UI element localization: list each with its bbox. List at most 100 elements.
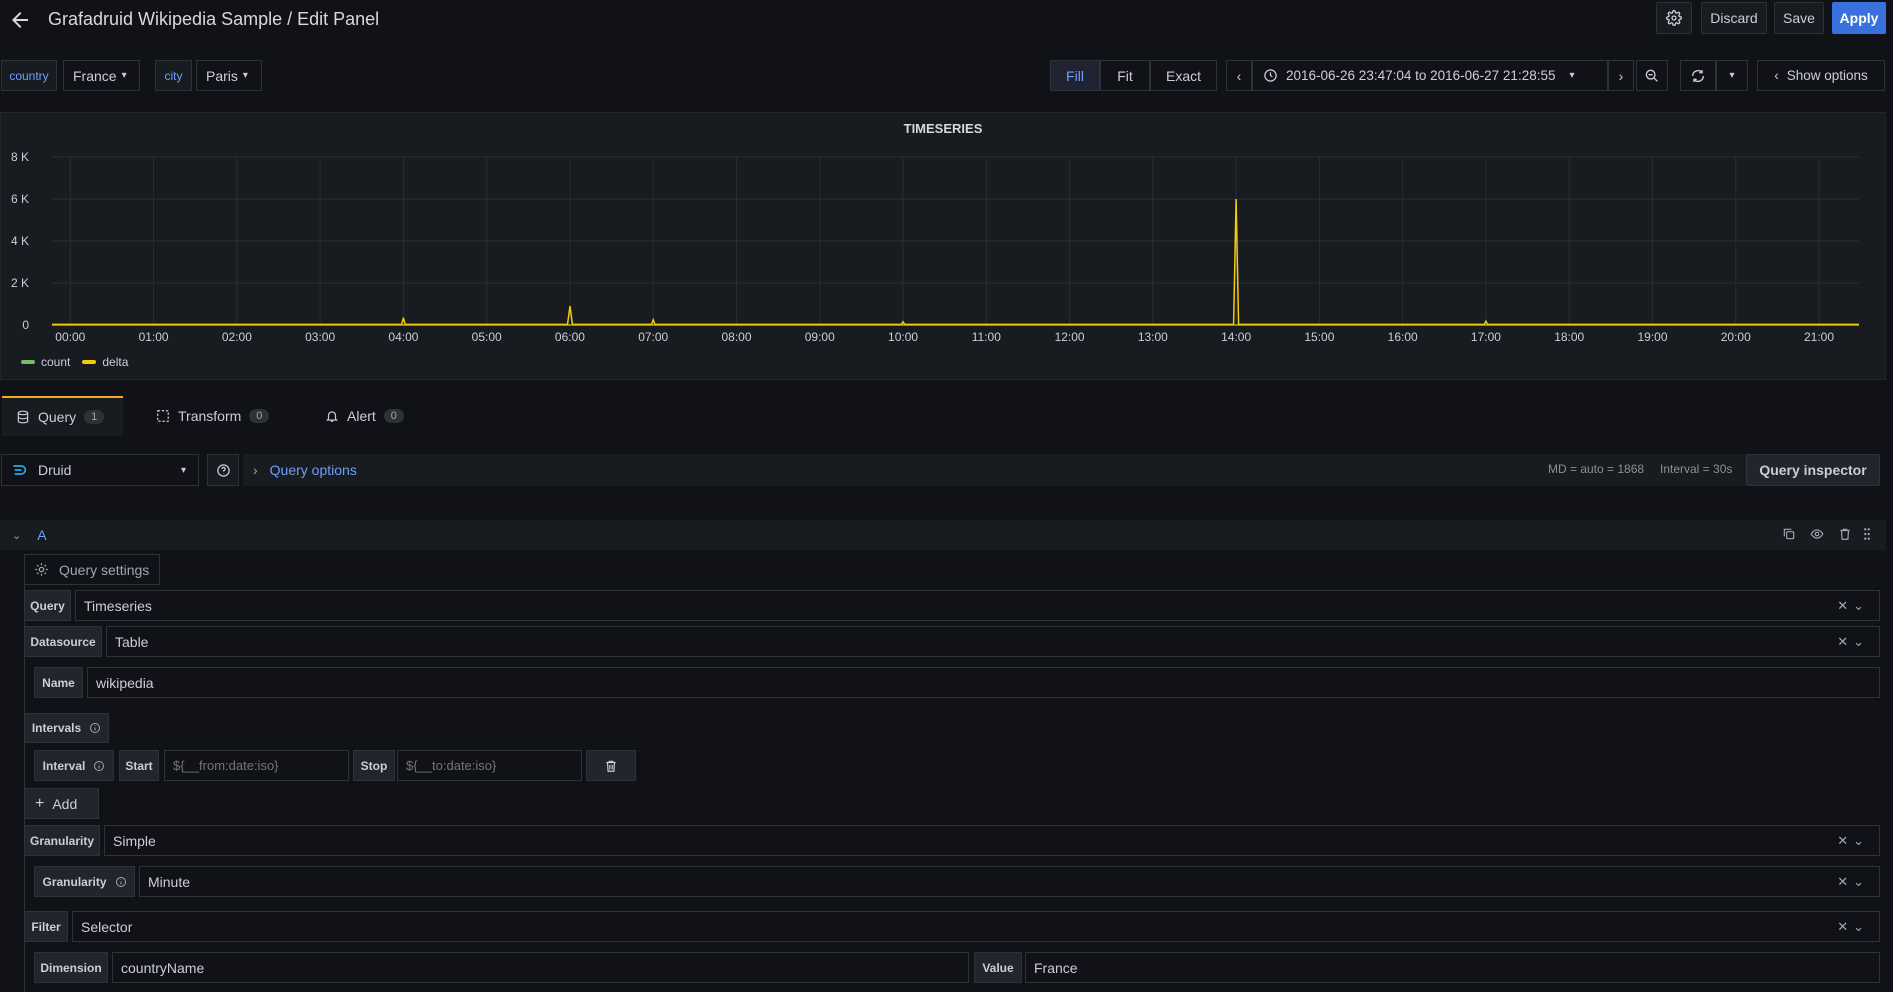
datasource-picker[interactable]: Druid ▾ (1, 454, 199, 486)
fit-mode-button[interactable]: Fit (1100, 60, 1150, 91)
panel-settings-button[interactable] (1656, 2, 1692, 34)
clear-chevron-icons[interactable]: ✕⌄ (1837, 874, 1869, 890)
granularity-type-label: Granularity (24, 825, 100, 856)
query-settings-button[interactable]: Query settings (24, 554, 160, 585)
time-shift-back-button[interactable]: ‹ (1226, 60, 1252, 91)
legend-item-delta[interactable]: delta (82, 355, 128, 369)
tab-alert[interactable]: Alert 0 (311, 396, 418, 436)
add-interval-button[interactable]: + Add (24, 788, 99, 819)
variable-value-city: Paris (206, 67, 238, 84)
query-settings-label: Query settings (59, 561, 150, 578)
tab-transform[interactable]: Transform 0 (142, 396, 283, 436)
interval-info: Interval = 30s (1660, 462, 1733, 476)
duplicate-query-icon[interactable] (1782, 527, 1796, 541)
max-data-points-info: MD = auto = 1868 (1548, 462, 1645, 476)
back-arrow-icon[interactable] (8, 8, 32, 32)
filter-type-value: Selector (81, 918, 133, 935)
info-icon[interactable] (89, 722, 101, 734)
filter-value-input[interactable]: France (1025, 952, 1880, 983)
legend-item-count[interactable]: count (21, 355, 70, 369)
query-options-toggle[interactable]: Query options (270, 462, 357, 478)
dimension-input[interactable]: countryName (112, 952, 969, 983)
clear-chevron-icons[interactable]: ✕⌄ (1837, 833, 1869, 849)
chevron-left-icon: ‹ (1774, 68, 1779, 83)
chevron-down-icon: ▾ (121, 70, 127, 81)
y-tick-label: 4 K (11, 234, 29, 248)
time-range-picker[interactable]: 2016-06-26 23:47:04 to 2016-06-27 21:28:… (1252, 60, 1608, 91)
query-type-select[interactable]: Timeseries ✕⌄ (75, 590, 1880, 621)
legend-swatch-count (21, 360, 35, 364)
apply-button[interactable]: Apply (1832, 2, 1886, 34)
x-tick-label: 06:00 (555, 330, 585, 344)
legend-swatch-delta (82, 360, 97, 364)
chevron-down-icon: ▾ (1569, 70, 1575, 81)
datasource-help-button[interactable] (207, 454, 239, 486)
x-tick-label: 18:00 (1554, 330, 1584, 344)
refresh-button[interactable] (1680, 60, 1716, 91)
info-icon[interactable] (93, 760, 105, 772)
bell-icon (325, 411, 339, 422)
page-header: Grafadruid Wikipedia Sample / Edit Panel… (0, 0, 1893, 40)
zoom-out-button[interactable] (1636, 60, 1668, 91)
fill-mode-button[interactable]: Fill (1050, 60, 1100, 91)
timeseries-chart[interactable]: 8 K 6 K 4 K 2 K 0 00:00 01:00 02:00 03:00 04:00 05… (1, 113, 1887, 353)
interval-start-input[interactable] (164, 750, 349, 781)
clear-chevron-icons[interactable]: ✕⌄ (1837, 634, 1869, 650)
datasource-type-select[interactable]: Table ✕⌄ (106, 626, 1880, 657)
datasource-type-label: Datasource (24, 626, 102, 657)
add-interval-label: Add (52, 795, 78, 812)
eye-icon[interactable] (1810, 527, 1824, 541)
exact-mode-button[interactable]: Exact (1150, 60, 1217, 91)
clear-chevron-icons[interactable]: ✕⌄ (1837, 598, 1869, 614)
x-tick-label: 09:00 (805, 330, 835, 344)
transform-icon (157, 410, 169, 422)
filter-type-select[interactable]: Selector ✕⌄ (72, 911, 1880, 942)
zoom-out-icon (1645, 69, 1658, 82)
y-tick-label: 2 K (11, 276, 29, 290)
gear-icon (35, 563, 48, 576)
interval-stop-label: Stop (353, 750, 395, 781)
trash-icon[interactable] (1838, 527, 1852, 541)
clear-chevron-icons[interactable]: ✕⌄ (1837, 919, 1869, 935)
x-tick-label: 10:00 (888, 330, 918, 344)
show-options-button[interactable]: ‹ Show options (1757, 60, 1885, 91)
refresh-interval-dropdown[interactable]: ▾ (1716, 60, 1748, 91)
variable-label-country: country (1, 60, 57, 91)
interval-label-text: Interval (42, 758, 86, 773)
chevron-down-icon: ▾ (180, 464, 186, 476)
drag-handle-icon[interactable] (1861, 527, 1873, 541)
tab-query-label: Query (38, 409, 77, 425)
x-tick-label: 14:00 (1221, 330, 1251, 344)
interval-label: Interval (34, 750, 114, 781)
table-name-input[interactable]: wikipedia (87, 667, 1880, 698)
collapse-chevron-icon[interactable]: ⌄ (12, 529, 21, 542)
plus-icon: + (35, 794, 45, 812)
x-tick-label: 13:00 (1138, 330, 1168, 344)
granularity-type-value: Simple (113, 832, 156, 849)
database-icon (17, 410, 29, 424)
x-tick-label: 19:00 (1637, 330, 1667, 344)
granularity-type-select[interactable]: Simple ✕⌄ (104, 825, 1880, 856)
variable-select-country[interactable]: France ▾ (63, 60, 140, 91)
discard-button[interactable]: Discard (1701, 2, 1767, 34)
delete-interval-button[interactable] (586, 750, 636, 781)
tab-transform-count: 0 (249, 409, 270, 423)
x-tick-label: 04:00 (388, 330, 418, 344)
x-tick-label: 20:00 (1721, 330, 1751, 344)
tab-query[interactable]: Query 1 (2, 396, 123, 436)
query-ref-id[interactable]: A (37, 527, 46, 543)
filter-type-label: Filter (24, 911, 68, 942)
x-tick-label: 21:00 (1804, 330, 1834, 344)
interval-start-label: Start (119, 750, 159, 781)
interval-stop-input[interactable] (397, 750, 582, 781)
granularity-label: Granularity (34, 866, 135, 897)
query-inspector-button[interactable]: Query inspector (1746, 454, 1880, 486)
variable-select-city[interactable]: Paris ▾ (196, 60, 262, 91)
chevron-right-icon[interactable]: › (253, 462, 258, 478)
time-shift-forward-button[interactable]: › (1608, 60, 1634, 91)
save-button[interactable]: Save (1774, 2, 1824, 34)
info-icon[interactable] (115, 876, 127, 888)
x-tick-label: 05:00 (472, 330, 502, 344)
tab-transform-label: Transform (178, 408, 242, 424)
granularity-select[interactable]: Minute ✕⌄ (139, 866, 1880, 897)
